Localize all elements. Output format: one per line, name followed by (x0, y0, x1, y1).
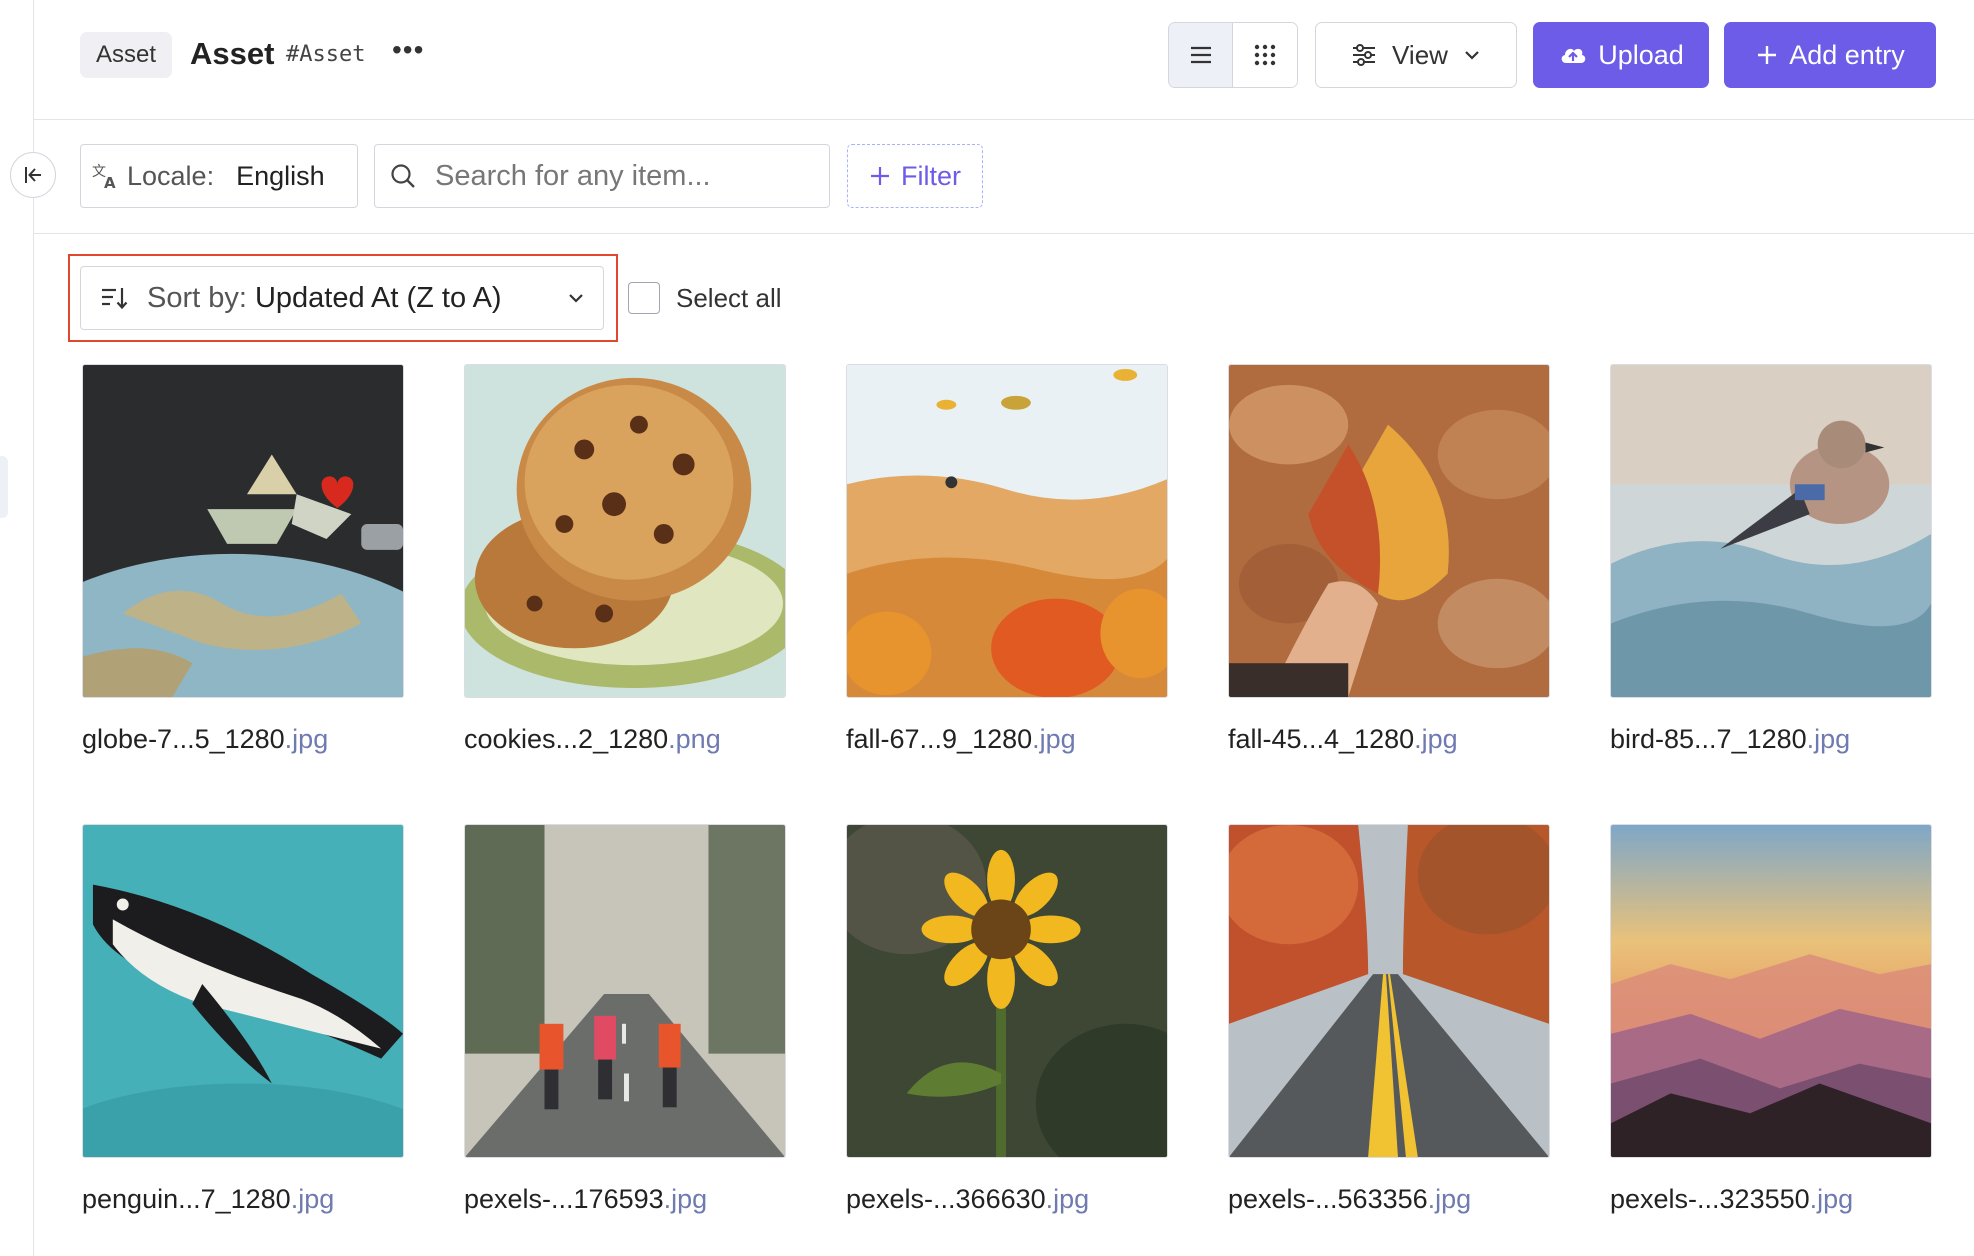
layout-toggle (1168, 22, 1298, 88)
select-all-label: Select all (676, 282, 782, 313)
asset-filename: bird-85...7_1280.jpg (1610, 724, 1851, 754)
globe-image (83, 365, 403, 697)
asset-card[interactable]: fall-67...9_1280.jpg (846, 364, 1168, 824)
sort-icon (102, 288, 128, 310)
asset-filename: penguin...7_1280.jpg (82, 1184, 335, 1214)
fall-leaf-image (1229, 365, 1549, 697)
asset-thumbnail[interactable] (464, 824, 786, 1158)
search-input[interactable] (435, 159, 815, 193)
sort-label: Sort by: (147, 281, 247, 314)
grid-view-toggle[interactable] (1233, 23, 1297, 87)
rail-tab[interactable] (0, 456, 8, 518)
page-title: Asset (190, 36, 275, 71)
asset-thumbnail[interactable] (1610, 824, 1932, 1158)
asset-grid: globe-7...5_1280.jpg cookies...2_1280.pn… (82, 364, 1932, 1256)
asset-filename: pexels-...176593.jpg (464, 1184, 708, 1214)
autumn-road-image (1229, 825, 1549, 1157)
translate-icon: 文 A (92, 164, 116, 191)
grid-icon (1254, 44, 1276, 66)
collapse-sidebar-button[interactable] (10, 152, 56, 198)
select-all-control[interactable]: Select all (628, 282, 782, 314)
content-type-uid: #Asset (286, 42, 366, 67)
upload-label: Upload (1598, 39, 1684, 70)
locale-value: English (236, 160, 325, 191)
plus-icon (1758, 46, 1777, 64)
asset-card[interactable]: pexels-...323550.jpg (1610, 824, 1932, 1256)
asset-card[interactable]: pexels-...563356.jpg (1228, 824, 1550, 1256)
road-people-image (465, 825, 785, 1157)
asset-card[interactable]: pexels-...176593.jpg (464, 824, 786, 1256)
chevron-down-icon (569, 294, 583, 303)
sunflower-image (847, 825, 1167, 1157)
search-box[interactable] (374, 144, 830, 208)
add-entry-label: Add entry (1789, 39, 1905, 70)
asset-card[interactable]: penguin...7_1280.jpg (82, 824, 404, 1256)
asset-thumbnail[interactable] (846, 824, 1168, 1158)
bird-image (1611, 365, 1931, 697)
cloud-upload-icon (1561, 48, 1586, 63)
locale-label: Locale: (127, 160, 215, 191)
asset-thumbnail[interactable] (1610, 364, 1932, 698)
asset-thumbnail[interactable] (1228, 364, 1550, 698)
fall-illustration-image (847, 365, 1167, 697)
asset-thumbnail[interactable] (464, 364, 786, 698)
sort-dropdown[interactable]: Sort by: Updated At (Z to A) (80, 266, 604, 330)
chevron-down-icon (1465, 51, 1479, 60)
collapse-left-icon (25, 167, 41, 183)
asset-filename: fall-67...9_1280.jpg (846, 724, 1076, 754)
asset-filename: pexels-...366630.jpg (846, 1184, 1090, 1214)
asset-thumbnail[interactable] (846, 364, 1168, 698)
asset-thumbnail[interactable] (82, 824, 404, 1158)
penguin-image (83, 825, 403, 1157)
asset-filename: fall-45...4_1280.jpg (1228, 724, 1458, 754)
asset-thumbnail[interactable] (1228, 824, 1550, 1158)
asset-card[interactable]: globe-7...5_1280.jpg (82, 364, 404, 824)
filter-bar: 文 A Locale: English Filter (34, 120, 1974, 234)
asset-card[interactable]: bird-85...7_1280.jpg (1610, 364, 1932, 824)
add-entry-button[interactable]: Add entry (1724, 22, 1936, 88)
asset-filename: cookies...2_1280.png (464, 724, 721, 754)
asset-thumbnail[interactable] (82, 364, 404, 698)
view-label: View (1392, 39, 1448, 70)
page-header: Asset Asset #Asset ••• View Upload Add e… (34, 0, 1974, 120)
search-icon (391, 164, 415, 188)
select-all-checkbox[interactable] (628, 282, 660, 314)
add-filter-button[interactable]: Filter (847, 144, 983, 208)
list-icon (1190, 46, 1211, 64)
cookies-image (465, 365, 785, 697)
asset-card[interactable]: fall-45...4_1280.jpg (1228, 364, 1550, 824)
asset-card[interactable]: pexels-...366630.jpg (846, 824, 1168, 1256)
filter-label: Filter (901, 160, 961, 191)
asset-filename: globe-7...5_1280.jpg (82, 724, 329, 754)
more-options-button[interactable]: ••• (392, 34, 424, 66)
asset-card[interactable]: cookies...2_1280.png (464, 364, 786, 824)
content-type-chip: Asset (80, 32, 173, 78)
asset-filename: pexels-...323550.jpg (1610, 1184, 1854, 1214)
plus-icon (871, 167, 889, 185)
sort-value: Updated At (Z to A) (254, 281, 502, 314)
locale-selector[interactable]: 文 A Locale: English (80, 144, 358, 208)
asset-filename: pexels-...563356.jpg (1228, 1184, 1472, 1214)
view-dropdown-button[interactable]: View (1315, 22, 1517, 88)
sliders-icon (1353, 44, 1376, 66)
list-view-toggle[interactable] (1169, 23, 1233, 87)
mountains-sunset-image (1611, 825, 1931, 1157)
svg-text:A: A (104, 174, 116, 191)
upload-button[interactable]: Upload (1533, 22, 1709, 88)
